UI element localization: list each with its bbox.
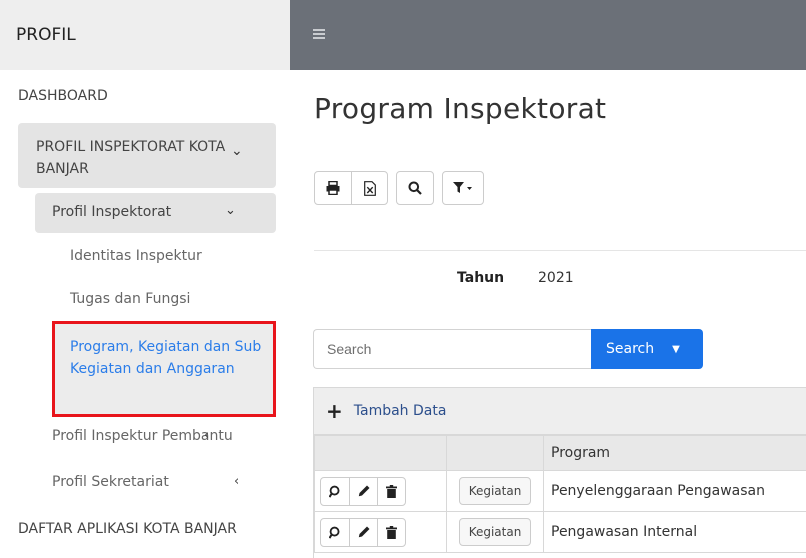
plus-icon: + [326,399,343,423]
row-action-group [320,517,406,547]
kegiatan-button[interactable]: Kegiatan [458,518,532,546]
row-kegiatan-cell: Kegiatan [446,511,544,553]
print-icon [326,181,340,195]
sidebar-group-profil-inspektorat[interactable]: PROFIL INSPEKTORAT KOTA BANJAR ⌄ [18,123,276,188]
tahun-label: Tahun [457,270,505,286]
add-data-button[interactable]: Tambah Data [354,403,447,419]
sidebar-subgroup-label: Profil Inspektorat [52,204,172,220]
chevron-left-icon: ‹ [234,474,240,489]
table-row: Kegiatan Penyelenggaraan Pengawasan [314,470,806,512]
program-cell: Penyelenggaraan Pengawasan [543,470,806,512]
page-title: Program Inspektorat [314,92,607,125]
table-toolbar [314,171,492,205]
search-icon [408,181,422,195]
sidebar-item-profil-inspektur-pembantu[interactable]: Profil Inspektur Pembantu ‹ [52,428,233,444]
filter-group [442,171,484,205]
table-header-cell [314,435,447,471]
excel-export-button[interactable] [351,172,387,204]
trash-icon [386,484,397,498]
delete-button[interactable] [377,518,405,546]
kegiatan-button[interactable]: Kegiatan [458,477,532,505]
hamburger-menu-icon[interactable] [313,29,325,39]
table-header-row: Program [314,435,806,471]
table-row: Kegiatan Pengawasan Internal [314,511,806,553]
table-header-program[interactable]: Program [543,435,806,471]
data-table: + Tambah Data Program Kegiatan Penyeleng… [313,387,806,558]
search-icon [328,526,339,539]
sidebar-item-tugas-dan-fungsi[interactable]: Tugas dan Fungsi [70,291,190,307]
table-header-cell [446,435,544,471]
print-button[interactable] [315,172,351,204]
search-toggle-button[interactable] [397,172,433,204]
chevron-down-icon: ⌄ [225,203,236,218]
search-button-label: Search [606,341,655,357]
row-actions [314,470,447,512]
add-data-row[interactable]: + Tambah Data [314,388,806,435]
pencil-icon [358,526,369,538]
row-action-group [320,476,406,506]
tahun-value[interactable]: 2021 [538,270,574,286]
sidebar-subgroup-profil-inspektorat[interactable]: Profil Inspektorat ⌄ [35,193,276,233]
row-actions [314,511,447,553]
view-button[interactable] [321,519,349,546]
chevron-down-icon: ⌄ [231,143,243,159]
edit-button[interactable] [349,518,377,546]
search-input[interactable] [313,329,591,369]
topbar [290,0,806,70]
section-divider [314,250,806,251]
search-button[interactable]: Search ▼ [591,329,703,369]
trash-icon [386,525,397,539]
sidebar-item-label: Profil Sekretariat [52,474,169,490]
chevron-left-icon: ‹ [204,428,210,443]
view-button[interactable] [321,478,349,505]
export-button-group [314,171,388,205]
filter-dropdown-button[interactable] [443,172,483,204]
sidebar-item-daftar-aplikasi[interactable]: DAFTAR APLIKASI KOTA BANJAR [18,518,237,540]
sidebar-active-label: Program, Kegiatan dan Sub Kegiatan dan A… [70,339,262,377]
excel-file-icon [363,180,376,196]
sidebar-item-profil-sekretariat[interactable]: Profil Sekretariat ‹ [52,474,239,490]
delete-button[interactable] [377,477,405,505]
sidebar-item-dashboard[interactable]: DASHBOARD [18,88,108,104]
search-toggle-group [396,171,434,205]
sidebar-item-identitas-inspektur[interactable]: Identitas Inspektur [70,248,202,264]
filter-icon [453,182,472,193]
sidebar: PROFIL DASHBOARD PROFIL INSPEKTORAT KOTA… [0,0,290,558]
search-icon [328,485,339,498]
pencil-icon [358,485,369,497]
caret-down-icon[interactable]: ▼ [672,344,680,355]
sidebar-brand: PROFIL [0,0,290,70]
sidebar-group-label: PROFIL INSPEKTORAT KOTA BANJAR [36,139,226,177]
sidebar-item-program-kegiatan-active[interactable]: Program, Kegiatan dan Sub Kegiatan dan A… [52,321,276,417]
row-kegiatan-cell: Kegiatan [446,470,544,512]
edit-button[interactable] [349,477,377,505]
program-cell: Pengawasan Internal [543,511,806,553]
